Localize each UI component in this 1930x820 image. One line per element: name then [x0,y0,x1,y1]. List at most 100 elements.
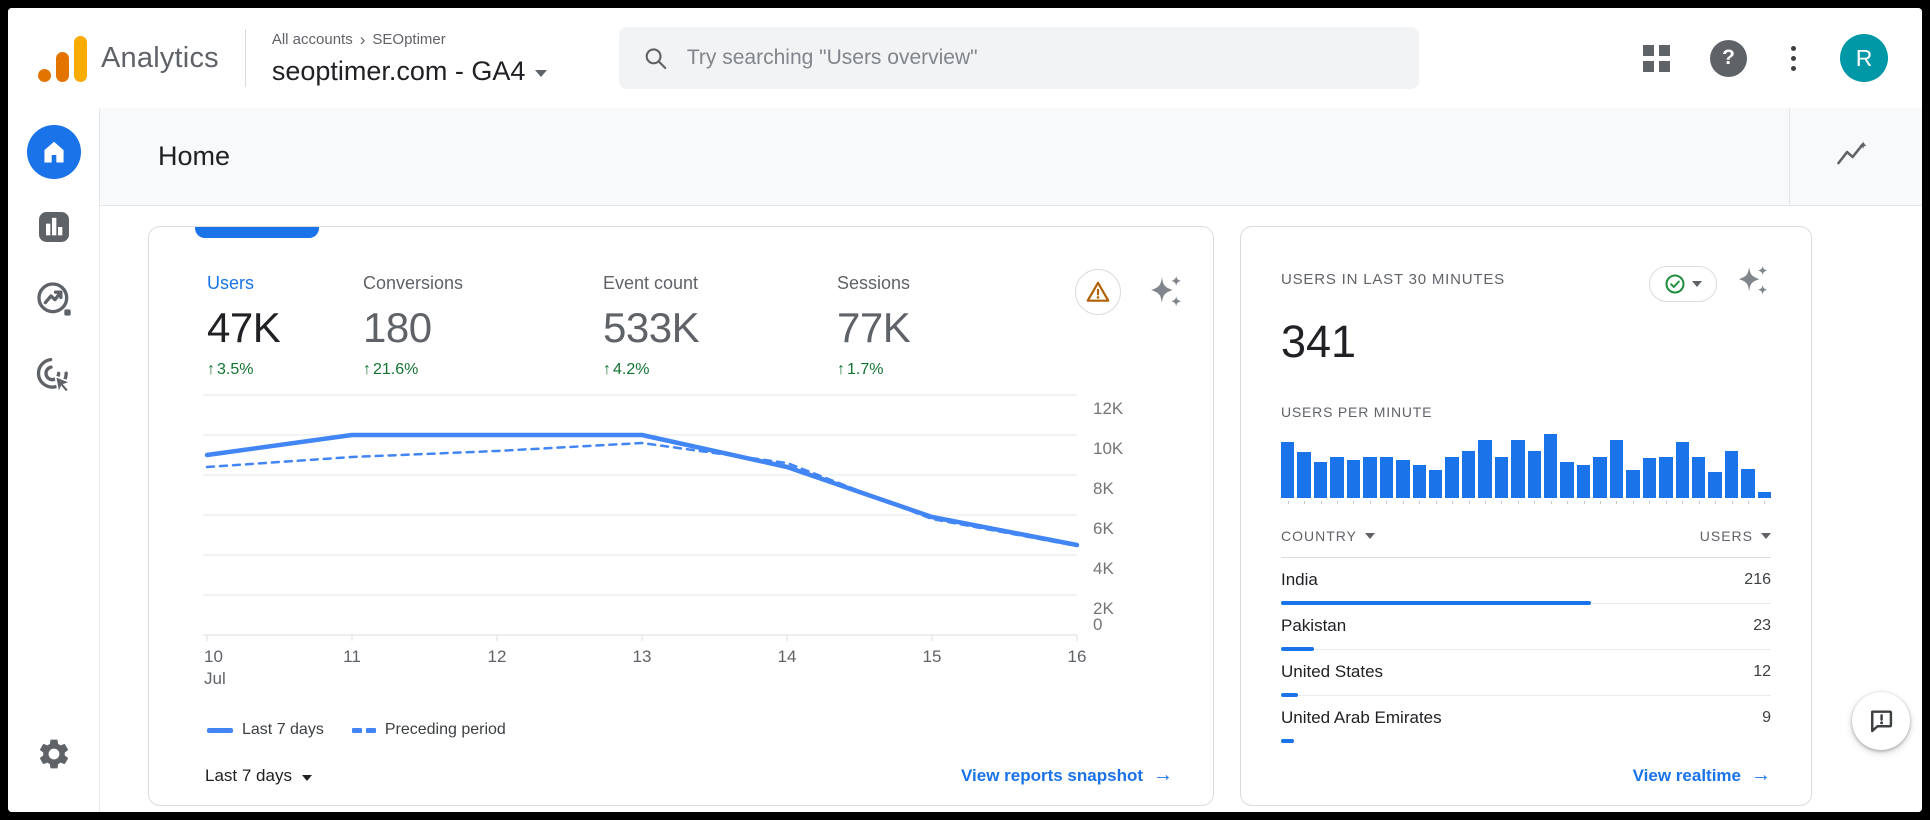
metric-delta: ↑21.6% [363,361,603,379]
minute-bar [1429,470,1442,498]
minute-bar [1396,460,1409,498]
metric-tab-event-count[interactable]: Event count 533K ↑4.2% [603,273,837,379]
property-selector[interactable]: seoptimer.com - GA4 [272,56,548,87]
country-users: 23 [1753,617,1771,635]
dashboard-content: Users 47K ↑3.5% Conversions 180 ↑21.6% E… [100,206,1922,812]
column-header-users[interactable]: USERS [1700,528,1771,544]
minute-bar [1626,470,1639,498]
svg-text:6K: 6K [1093,519,1114,538]
insights-trend-icon[interactable] [1836,138,1868,175]
page-header-band: Home [100,108,1922,206]
band-divider [1789,108,1790,205]
metric-delta: ↑1.7% [837,361,910,379]
search-bar[interactable] [619,27,1419,89]
legend-preceding-period: Preceding period [352,721,506,739]
overview-line-chart: 12K10K8K6K4K2K010111213141516Jul [201,387,1151,687]
active-tab-indicator[interactable] [195,227,319,238]
feedback-bubble-icon [1867,707,1895,735]
insights-sparkle-icon[interactable] [1735,263,1771,304]
metric-value: 77K [837,304,910,352]
svg-text:10K: 10K [1093,439,1124,458]
users-per-minute-label: USERS PER MINUTE [1281,404,1771,420]
advertising-icon [34,355,74,395]
metric-value: 180 [363,304,603,352]
more-options-icon[interactable] [1787,42,1800,75]
minute-bar [1478,440,1491,498]
preceding-period-line [207,443,1077,546]
legend-last-7-days: Last 7 days [207,721,324,739]
metric-label: Event count [603,273,837,294]
chevron-down-icon [1692,281,1702,287]
table-row: United States 12 [1281,650,1771,696]
svg-text:15: 15 [923,647,942,666]
minute-bar [1676,442,1689,498]
sidebar-item-reports[interactable] [34,207,74,247]
table-row: Pakistan 23 [1281,604,1771,650]
feedback-button[interactable] [1852,692,1910,750]
metric-delta: ↑3.5% [207,361,363,379]
minute-bar [1659,457,1672,498]
sidebar-item-advertising[interactable] [34,355,74,395]
country-users: 9 [1762,709,1771,727]
breadcrumb-account[interactable]: SEOptimer [372,31,445,48]
account-selector-block: All accounts › SEOptimer seoptimer.com -… [272,30,548,87]
check-circle-icon [1664,273,1686,295]
country-name: India [1281,570,1318,590]
view-realtime-link[interactable]: View realtime → [1633,764,1771,787]
minute-bar [1610,440,1623,498]
apps-grid-icon[interactable] [1643,45,1670,72]
breadcrumb-all-accounts[interactable]: All accounts [272,31,353,48]
analytics-logo[interactable]: Analytics [8,34,219,82]
svg-text:11: 11 [343,647,361,666]
svg-text:16: 16 [1068,647,1087,666]
realtime-status-button[interactable] [1649,266,1717,302]
metric-value: 533K [603,304,837,352]
breadcrumb: All accounts › SEOptimer [272,30,548,50]
topbar-divider [245,29,246,87]
metric-tab-conversions[interactable]: Conversions 180 ↑21.6% [363,273,603,379]
metric-tab-sessions[interactable]: Sessions 77K ↑1.7% [837,273,910,379]
insights-sparkle-icon[interactable] [1147,273,1185,316]
column-header-country[interactable]: COUNTRY [1281,528,1375,544]
minute-bar [1462,451,1475,498]
country-name: Pakistan [1281,616,1346,636]
sidebar-item-admin[interactable] [36,736,72,772]
date-range-selector[interactable]: Last 7 days [205,766,312,786]
minute-bar [1330,457,1343,498]
table-row: United Arab Emirates 9 [1281,696,1771,742]
avatar[interactable]: R [1840,34,1888,82]
chevron-down-icon [535,70,547,77]
minute-bar [1692,457,1705,498]
realtime-country-table: COUNTRY USERS India 216 [1281,528,1771,742]
country-name: United States [1281,662,1383,682]
sidebar-item-home[interactable] [27,125,81,179]
last-7-days-line [207,435,1077,545]
arrow-right-icon: → [1153,764,1173,787]
table-header: COUNTRY USERS [1281,528,1771,558]
up-arrow-icon: ↑ [207,361,215,379]
search-input[interactable] [687,46,1396,70]
admin-gear-icon [36,736,72,772]
property-title: seoptimer.com - GA4 [272,56,526,87]
minute-bar [1544,434,1557,498]
sidebar-item-explore[interactable] [34,279,74,319]
view-reports-snapshot-link[interactable]: View reports snapshot → [961,764,1173,787]
warning-triangle-icon [1085,279,1111,305]
minute-bar [1511,440,1524,498]
metric-label: Conversions [363,273,603,294]
metric-tab-users[interactable]: Users 47K ↑3.5% [207,273,363,379]
minute-bar [1528,451,1541,498]
up-arrow-icon: ↑ [603,361,611,379]
chevron-down-icon [302,775,312,781]
help-icon[interactable]: ? [1710,40,1747,77]
minute-bar [1758,492,1771,498]
search-icon [643,45,668,72]
left-nav-sidebar [8,108,100,812]
data-warning-button[interactable] [1075,269,1121,315]
minute-bar [1708,472,1721,498]
minute-bar [1347,460,1360,498]
overview-card: Users 47K ↑3.5% Conversions 180 ↑21.6% E… [148,226,1214,806]
users-trend-chart: 12K10K8K6K4K2K010111213141516Jul [201,387,1151,692]
minute-bar [1643,458,1656,498]
svg-text:8K: 8K [1093,479,1114,498]
